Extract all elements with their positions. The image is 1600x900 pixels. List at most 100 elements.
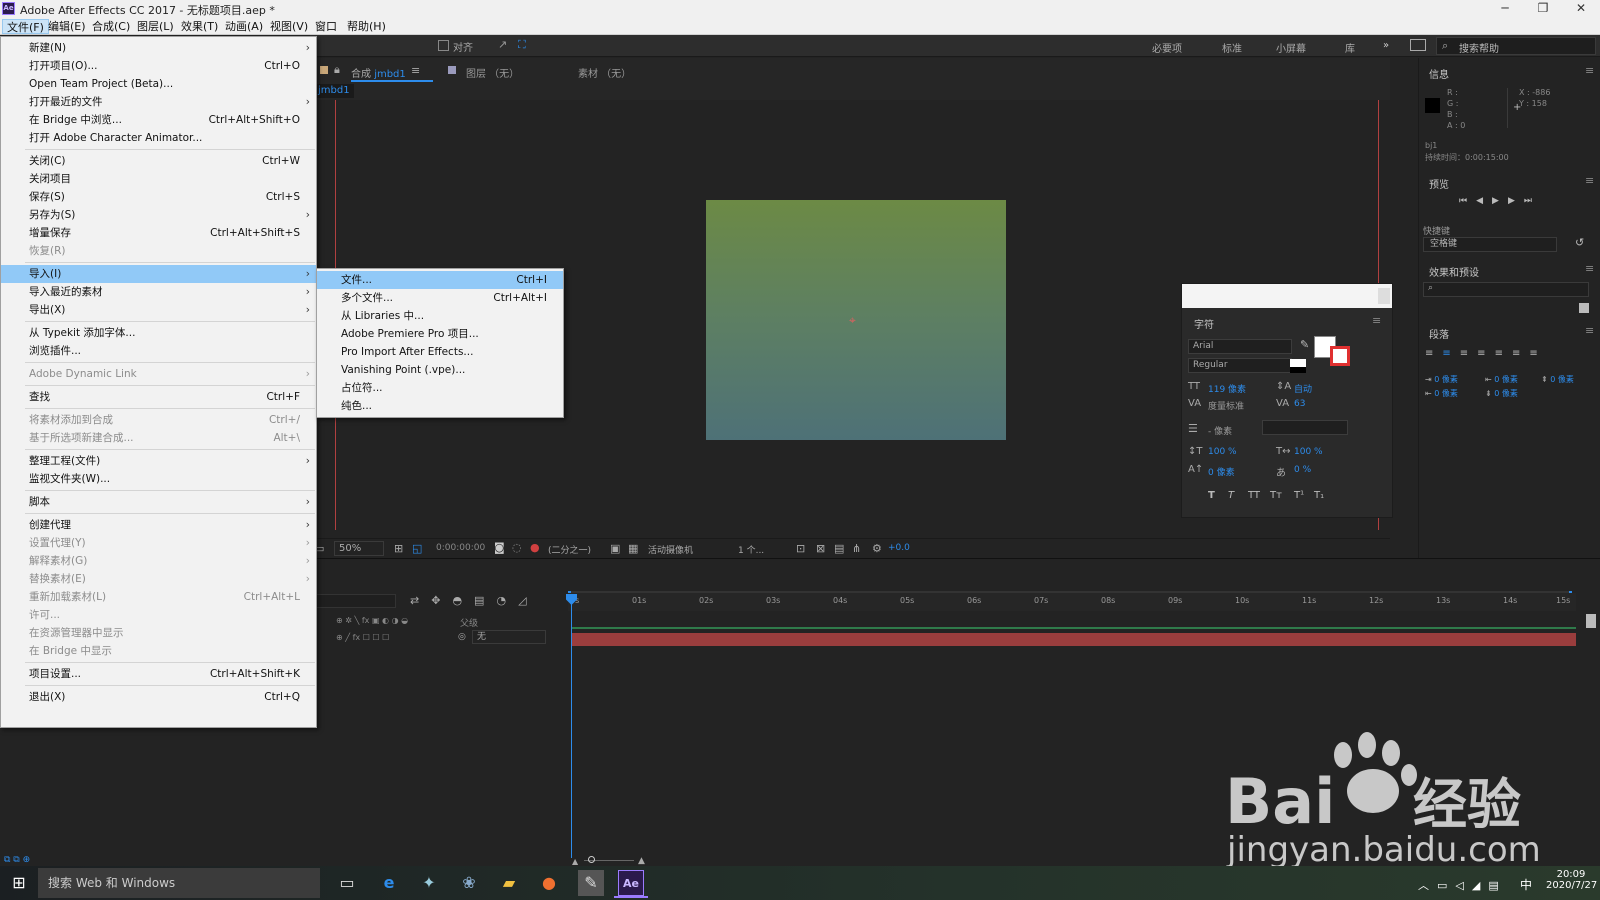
app-icon-1[interactable]: ✦ — [416, 870, 442, 896]
paint-icon[interactable]: ✎ — [578, 870, 604, 896]
menu-edit[interactable]: 编辑(E) — [44, 19, 90, 34]
font-size-value[interactable]: 119 像素 — [1208, 382, 1246, 395]
align-checkbox[interactable] — [438, 40, 449, 51]
anchor-point-icon[interactable]: ⌖ — [849, 313, 856, 328]
current-time-indicator[interactable] — [571, 600, 572, 858]
task-view-icon[interactable]: ▭ — [334, 870, 360, 896]
last-frame-icon[interactable]: ⏭ — [1524, 196, 1541, 206]
paragraph-panel-menu-icon[interactable]: ≡ — [1585, 324, 1594, 337]
color-channel-icon[interactable]: ◌ — [512, 541, 522, 554]
all-caps-button[interactable]: TT — [1248, 490, 1260, 501]
zoom-out-icon[interactable]: ▲ — [572, 857, 578, 866]
workspace-essentials[interactable]: 必要项 — [1152, 40, 1182, 55]
character-panel-menu-icon[interactable]: ≡ — [1372, 314, 1381, 327]
prev-frame-icon[interactable]: ◀ — [1476, 196, 1492, 206]
battery-icon[interactable]: ▭ — [1437, 879, 1455, 892]
zoom-select[interactable]: 50% — [334, 541, 384, 556]
file-menu-item[interactable]: 打开 Adobe Character Animator... — [1, 129, 316, 147]
tsume-value[interactable]: 0 % — [1294, 465, 1311, 475]
effects-search-input[interactable]: ⌕ — [1423, 282, 1589, 297]
tab-layer[interactable]: 图层 （无） — [466, 65, 519, 80]
menu-composition[interactable]: 合成(C) — [88, 19, 134, 34]
stroke-type-select[interactable] — [1262, 420, 1348, 435]
zoom-in-icon[interactable]: ▲ — [638, 856, 645, 866]
file-menu-item[interactable]: 另存为(S) › — [1, 206, 316, 224]
timeline-search-input[interactable] — [310, 594, 396, 608]
time-ruler[interactable]: 0s 01s 02s 03s 04s 05s 06s 07s 08s 09s 1… — [568, 593, 1576, 611]
effects-panel-menu-icon[interactable]: ≡ — [1585, 262, 1594, 275]
comp-subtab[interactable]: jmbd1 — [314, 84, 354, 98]
character-panel-scroll-handle[interactable] — [1378, 288, 1390, 304]
leading-value[interactable]: 自动 — [1294, 382, 1312, 395]
workspace-standard[interactable]: 标准 — [1222, 40, 1242, 55]
align-center-icon[interactable]: ≡ — [1442, 348, 1459, 359]
file-menu-item[interactable]: 整理工程(文件) › — [1, 452, 316, 470]
white-swatch[interactable] — [1290, 359, 1306, 367]
import-menu-item[interactable]: 文件... Ctrl+I — [317, 271, 563, 289]
file-menu-item[interactable]: 项目设置... Ctrl+Alt+Shift+K — [1, 665, 316, 683]
timeline-bottom-icons[interactable]: ⧉ ⧉ ⊕ — [4, 855, 30, 865]
tab-footage[interactable]: 素材 （无） — [578, 65, 631, 80]
clock[interactable]: 20:09 2020/7/27 — [1546, 869, 1597, 891]
ime-indicator[interactable]: 中 — [1520, 876, 1532, 893]
align-left-icon[interactable]: ≡ — [1425, 348, 1442, 359]
zoom-thumb[interactable] — [588, 856, 595, 863]
parent-select[interactable]: 无 — [472, 630, 546, 644]
file-menu-item[interactable]: 浏览插件... — [1, 342, 316, 360]
file-menu-item[interactable]: 导出(X) › — [1, 301, 316, 319]
file-menu-item[interactable]: 导入最近的素材 › — [1, 283, 316, 301]
menu-help[interactable]: 帮助(H) — [343, 19, 390, 34]
parent-pickwhip-icon[interactable]: ◎ — [458, 632, 466, 642]
import-menu-item[interactable]: 占位符... — [317, 379, 563, 397]
import-menu-item[interactable]: 从 Libraries 中... — [317, 307, 563, 325]
justify-left-icon[interactable]: ≡ — [1477, 348, 1494, 359]
zoom-slider[interactable]: ▲ ▲ — [572, 856, 646, 866]
draft-3d-icon[interactable]: ✥ — [431, 594, 452, 607]
faux-bold-button[interactable]: T — [1208, 490, 1215, 501]
font-style-select[interactable]: Regular — [1188, 358, 1292, 373]
stroke-width-value[interactable]: - 像素 — [1208, 424, 1232, 437]
volume-icon[interactable]: ◁ — [1455, 879, 1471, 892]
next-frame-icon[interactable]: ▶ — [1508, 196, 1524, 206]
menu-animation[interactable]: 动画(A) — [221, 19, 267, 34]
shortcut-select[interactable]: 空格键 — [1423, 237, 1557, 252]
superscript-button[interactable]: T¹ — [1294, 490, 1304, 501]
import-menu-item[interactable]: 纯色... — [317, 397, 563, 415]
small-caps-button[interactable]: Tт — [1270, 490, 1282, 501]
justify-right-icon[interactable]: ≡ — [1512, 348, 1529, 359]
fit-icon[interactable]: ⊞ — [394, 542, 403, 555]
motion-blur-icon[interactable]: ◔ — [496, 594, 518, 607]
workspace-library[interactable]: 库 — [1345, 40, 1355, 55]
file-menu-item[interactable]: 在 Bridge 中浏览... Ctrl+Alt+Shift+O — [1, 111, 316, 129]
eyedropper-icon[interactable]: ✎ — [1300, 338, 1309, 351]
graph-editor-icon[interactable]: ◿ — [518, 594, 538, 607]
close-button[interactable]: ✕ — [1562, 0, 1600, 18]
taskbar-search-input[interactable]: 搜索 Web 和 Windows — [38, 868, 320, 898]
file-menu-item[interactable]: 关闭项目 — [1, 170, 316, 188]
import-menu-item[interactable]: Pro Import After Effects... — [317, 343, 563, 361]
file-menu-item[interactable]: 脚本 › — [1, 493, 316, 511]
file-menu-item[interactable]: 从 Typekit 添加字体... — [1, 324, 316, 342]
reset-icon[interactable]: ↺ — [1575, 236, 1584, 249]
edge-browser-icon[interactable]: e — [376, 870, 402, 896]
vertical-scale-value[interactable]: 100 % — [1208, 447, 1237, 457]
file-menu-item[interactable]: 导入(I) › — [1, 265, 316, 283]
toggle-pixel-icon[interactable]: ⊡ — [796, 542, 805, 555]
after-effects-taskbar-icon[interactable]: Ae — [618, 870, 644, 896]
black-swatch[interactable] — [1290, 367, 1306, 373]
faux-italic-button[interactable]: T — [1228, 490, 1234, 501]
new-preset-icon[interactable] — [1579, 303, 1589, 313]
file-menu-item[interactable]: Open Team Project (Beta)... — [1, 75, 316, 93]
font-family-select[interactable]: Arial — [1188, 339, 1292, 354]
comp-flowchart-icon[interactable]: ⇄ — [410, 594, 431, 607]
workspace-layout-icon[interactable] — [1410, 39, 1426, 51]
tray-expand-icon[interactable]: ︿ — [1418, 879, 1437, 892]
timeline-icon[interactable]: ▤ — [834, 542, 844, 555]
align-right-icon[interactable]: ≡ — [1460, 348, 1477, 359]
import-menu-item[interactable]: Adobe Premiere Pro 项目... — [317, 325, 563, 343]
indent-first[interactable]: ⇤ 0 像素 — [1485, 374, 1518, 385]
file-menu-item[interactable]: 监视文件夹(W)... — [1, 470, 316, 488]
help-search-input[interactable]: ⌕ 搜索帮助 — [1436, 37, 1596, 55]
minimize-button[interactable]: ─ — [1486, 0, 1524, 18]
file-menu-item[interactable]: 创建代理 › — [1, 516, 316, 534]
